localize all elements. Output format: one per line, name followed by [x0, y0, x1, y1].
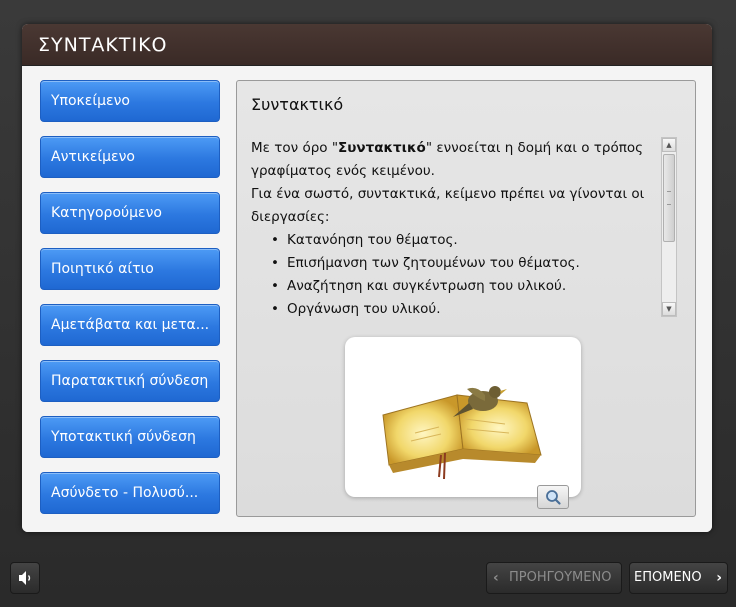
list-item: Οργάνωση του υλικού.	[271, 298, 651, 321]
menu-item-subject[interactable]: Υποκείμενο	[40, 80, 220, 122]
zoom-button[interactable]	[537, 485, 569, 509]
sound-button[interactable]	[10, 562, 40, 594]
content-title: Συντακτικό	[251, 95, 344, 114]
content-text: Με τον όρο "Συντακτικό" εννοείται η δομή…	[251, 137, 651, 321]
stage: ΣΥΝΤΑΚΤΙΚΟ Υποκείμενο Αντικείμενο Κατηγο…	[0, 0, 736, 607]
scroll-up-button[interactable]: ▲	[662, 138, 676, 152]
previous-label: ΠΡΟΗΓΟΥΜΕΝΟ	[509, 570, 612, 585]
open-book-illustration	[382, 386, 542, 480]
intro-term: Συντακτικό	[338, 140, 426, 156]
menu-item-agent[interactable]: Ποιητικό αίτιο	[40, 248, 220, 290]
title-bar: ΣΥΝΤΑΚΤΙΚΟ	[22, 24, 712, 66]
menu-item-object[interactable]: Αντικείμενο	[40, 136, 220, 178]
menu-item-subordination[interactable]: Υποτακτική σύνδεση	[40, 416, 220, 458]
content-area: Συντακτικό Με τον όρο "Συντακτικό" εννοε…	[236, 80, 696, 517]
scroll-down-button[interactable]: ▼	[662, 302, 676, 316]
text-scrollbar[interactable]: ▲ ▼	[661, 137, 677, 317]
menu-item-predicate[interactable]: Κατηγορούμενο	[40, 192, 220, 234]
magnifier-icon	[546, 490, 561, 505]
lesson-panel: ΣΥΝΤΑΚΤΙΚΟ Υποκείμενο Αντικείμενο Κατηγο…	[22, 24, 712, 532]
scroll-grip	[667, 191, 671, 205]
list-item: Επισήμανση των ζητουμένων του θέματος.	[271, 252, 651, 275]
topic-menu: Υποκείμενο Αντικείμενο Κατηγορούμενο Ποι…	[40, 80, 220, 528]
list-item: Κατανόηση του θέματος.	[271, 229, 651, 252]
intro-paragraph: Με τον όρο "Συντακτικό" εννοείται η δομή…	[251, 137, 651, 183]
list-item: Αναζήτηση και συγκέντρωση του υλικού.	[271, 275, 651, 298]
menu-item-asyndeton[interactable]: Ασύνδετο - Πολυσύ...	[40, 472, 220, 514]
speaker-icon	[19, 571, 31, 585]
menu-item-coordination[interactable]: Παρατακτική σύνδεση	[40, 360, 220, 402]
menu-item-transitive[interactable]: Αμετάβατα και μετα...	[40, 304, 220, 346]
chevron-left-icon: ‹	[493, 570, 499, 586]
process-list: Κατανόηση του θέματος. Επισήμανση των ζη…	[271, 229, 651, 321]
next-label: ΕΠΟΜΕΝΟ	[634, 570, 702, 585]
intro-line-2: Για ένα σωστό, συντακτικά, κείμενο πρέπε…	[251, 186, 645, 225]
scroll-thumb[interactable]	[663, 154, 675, 242]
chevron-right-icon: ›	[716, 570, 722, 586]
page-title: ΣΥΝΤΑΚΤΙΚΟ	[38, 34, 168, 56]
previous-button[interactable]: ‹ ΠΡΟΗΓΟΥΜΕΝΟ	[486, 562, 622, 594]
next-button[interactable]: ΕΠΟΜΕΝΟ ›	[629, 562, 728, 594]
body-area: Υποκείμενο Αντικείμενο Κατηγορούμενο Ποι…	[22, 66, 712, 532]
illustration-card	[345, 337, 581, 497]
intro-prefix: Με τον όρο "	[251, 140, 339, 156]
